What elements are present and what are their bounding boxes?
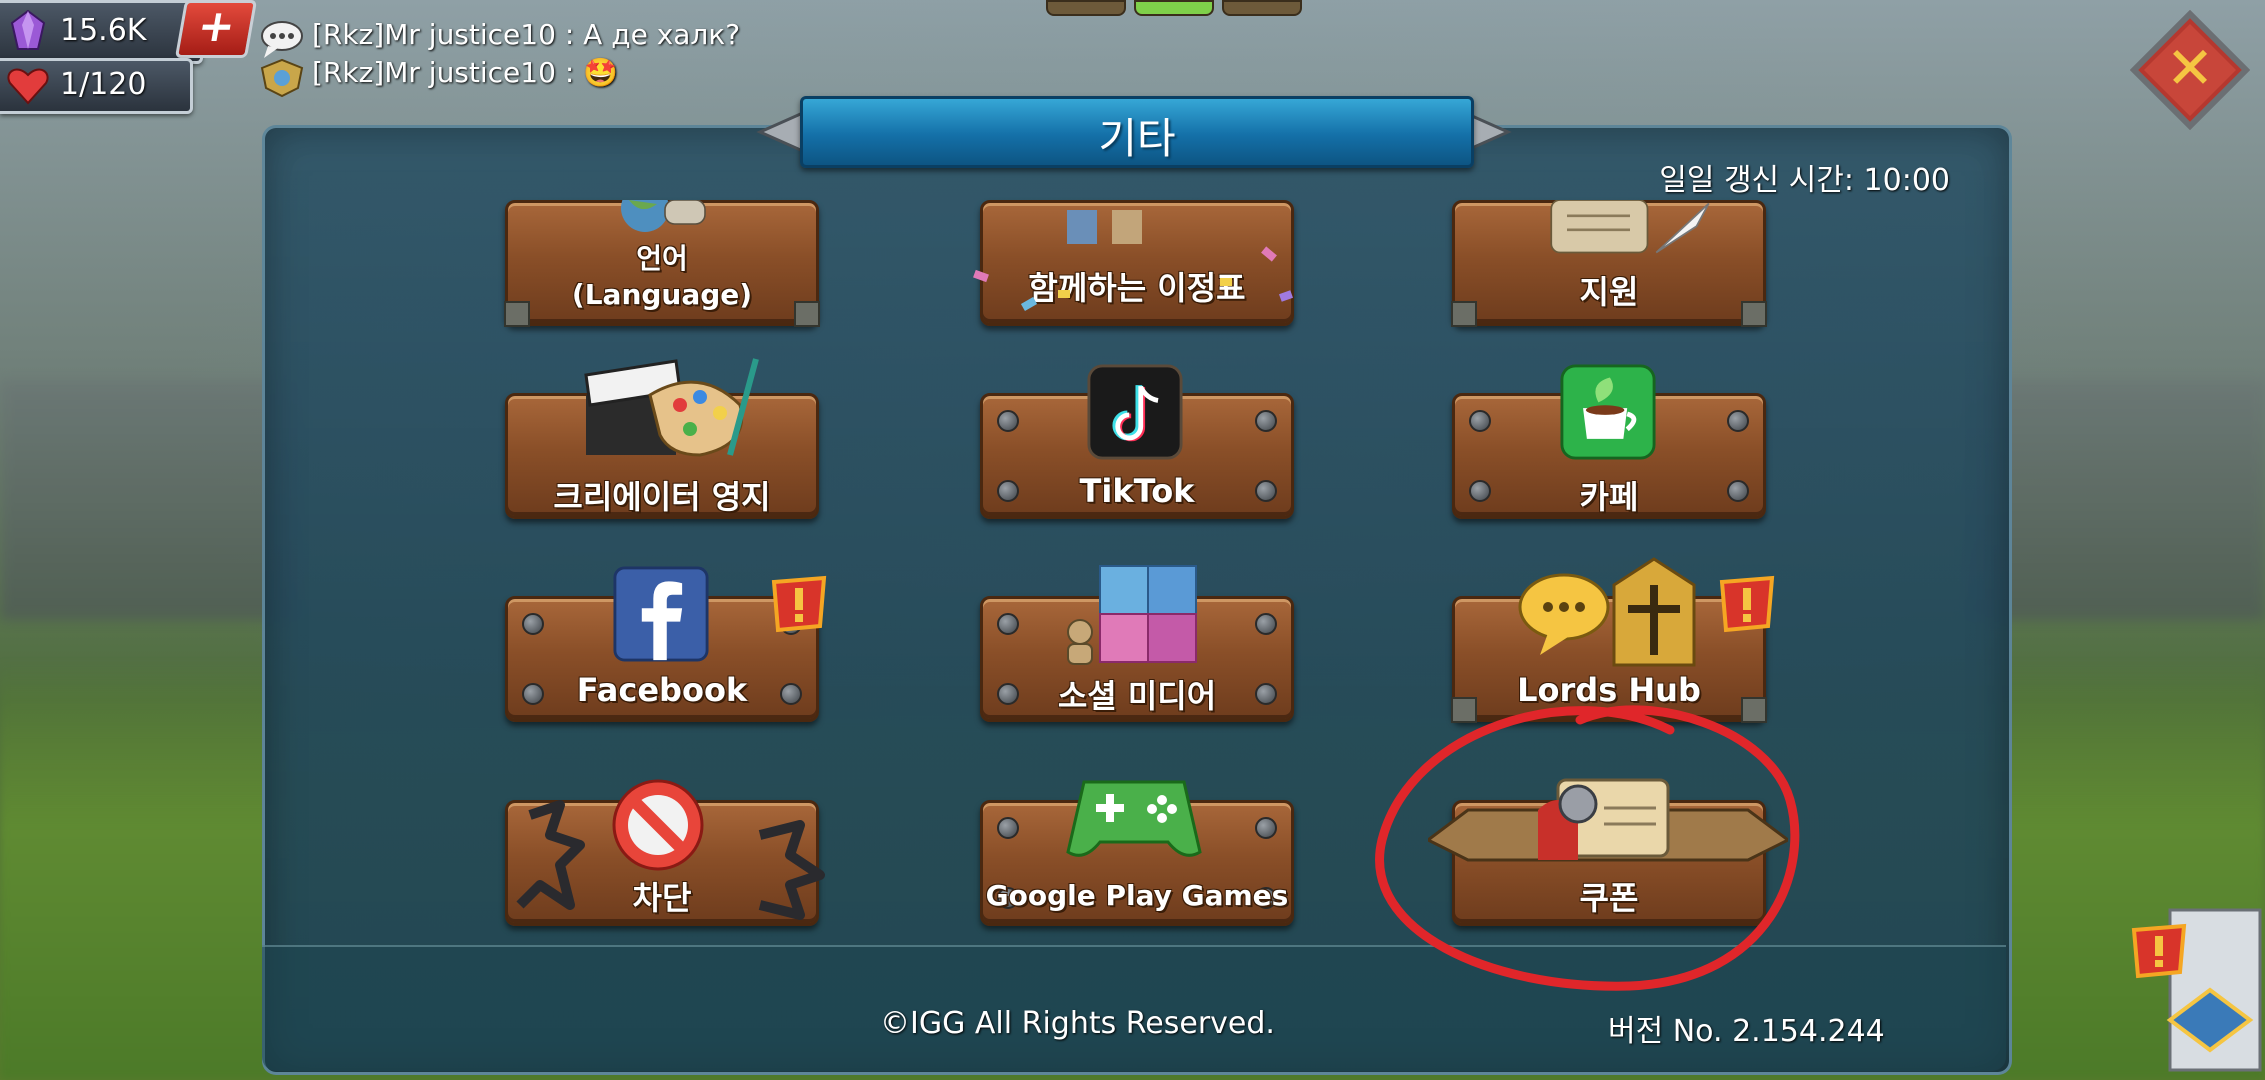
close-button[interactable]: ✕ [2130, 10, 2250, 130]
chat-sender: [Rkz]Mr justice10 [312, 18, 556, 51]
tiktok-label: TikTok [1079, 472, 1195, 510]
chat-message: А де халк? [583, 18, 741, 51]
stud [1255, 613, 1277, 635]
coupon-icon [1428, 778, 1788, 862]
chat-line-1[interactable]: [Rkz]Mr justice10 : А де халк? [312, 18, 740, 51]
chat-sender: [Rkz]Mr justice10 [312, 56, 556, 89]
block-icon [516, 779, 825, 920]
support-label: 지원 [1579, 273, 1639, 311]
social-media-label: 소셜 미디어 [1057, 677, 1217, 715]
daily-refresh-time: 일일 갱신 시간: 10:00 [1659, 163, 1950, 198]
chat-line-2[interactable]: [Rkz]Mr justice10 : 🤩 [312, 56, 618, 89]
alert-icon [1719, 575, 1775, 633]
gems-counter[interactable]: 15.6K [0, 0, 203, 64]
stud [1255, 410, 1277, 432]
rank-badge-icon [260, 58, 304, 98]
stamina-counter[interactable]: 1/120 [0, 58, 193, 114]
copyright-text: ©IGG All Rights Reserved. [880, 1006, 1275, 1041]
scroll-quill-icon [1550, 200, 1710, 254]
background-wall-left [0, 380, 300, 620]
add-gems-button[interactable]: + [174, 0, 258, 58]
google-play-games-label: Google Play Games [985, 879, 1289, 912]
heart-icon [7, 68, 49, 105]
title-banner: 기타 [800, 96, 1474, 168]
chat-separator: : [564, 18, 575, 51]
clapper-palette-icon [584, 358, 759, 457]
close-icon: ✕ [2166, 34, 2215, 102]
version-text: 버전 No. 2.154.244 [1608, 1014, 1885, 1049]
language-label: 언어 (Language) [508, 241, 816, 313]
language-label-line1: 언어 [636, 242, 688, 275]
page-dot-active[interactable] [1134, 0, 1214, 16]
stud [997, 613, 1019, 635]
coupon-label: 쿠폰 [1579, 879, 1639, 917]
quest-widget[interactable] [2130, 900, 2265, 1080]
google-play-games-icon [1066, 780, 1202, 857]
page-indicator [1046, 0, 1302, 16]
globe-speech-icon [621, 200, 706, 232]
gems-value: 15.6K [60, 13, 147, 48]
stamina-value: 1/120 [60, 67, 147, 102]
facebook-icon [613, 566, 709, 662]
facebook-label: Facebook [576, 671, 748, 709]
stud [522, 613, 544, 635]
stud [997, 817, 1019, 839]
cafe-cup-icon [1560, 364, 1656, 460]
page-dot[interactable] [1222, 0, 1302, 16]
language-label-line2: (Language) [571, 278, 753, 311]
lords-hub-icon [1518, 557, 1696, 667]
stud [1469, 410, 1491, 432]
chat-separator: : [564, 56, 575, 89]
stud [997, 410, 1019, 432]
alert-icon [771, 575, 827, 633]
social-puzzle-icon [1067, 565, 1197, 665]
tiktok-icon [1087, 364, 1183, 460]
chat-message: 🤩 [583, 56, 619, 89]
milestone-icon [973, 210, 1294, 311]
stud [1727, 410, 1749, 432]
stud [1255, 817, 1277, 839]
page-dot[interactable] [1046, 0, 1126, 16]
gem-icon [10, 9, 46, 50]
page-title: 기타 [1098, 114, 1176, 163]
cafe-label: 카페 [1579, 478, 1639, 516]
